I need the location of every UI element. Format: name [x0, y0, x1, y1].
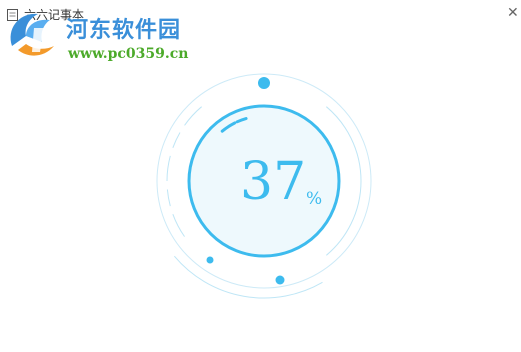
outer-arc-bottom	[173, 255, 323, 299]
progress-value: 37	[240, 152, 307, 212]
progress-unit: %	[306, 189, 323, 209]
watermark-site-name: 河东软件园	[66, 18, 182, 43]
top-dot	[258, 77, 270, 89]
bottom-dot	[275, 275, 285, 285]
watermark: 河东软件园 www.pc0359.cn	[4, 6, 204, 66]
left-dot	[206, 256, 214, 264]
app-window: 六六记事本 ✕ 37 % 河东软件园 www.pc0359.cn	[0, 0, 521, 352]
watermark-logo-icon	[10, 13, 54, 56]
watermark-url: www.pc0359.cn	[68, 46, 189, 62]
